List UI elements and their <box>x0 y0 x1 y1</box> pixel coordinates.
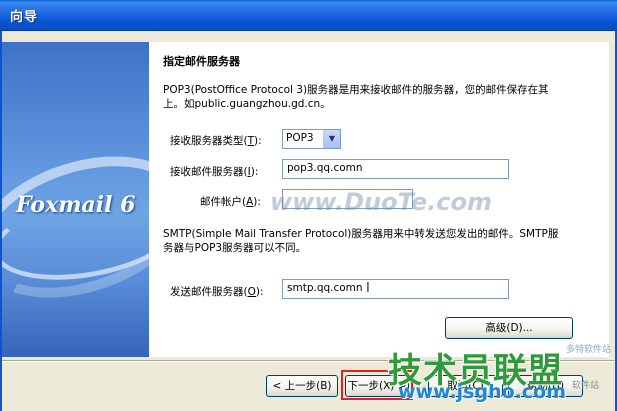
server-type-select[interactable]: POP3 ▼ <box>282 129 341 149</box>
page-heading: 指定邮件服务器 <box>163 55 240 68</box>
account-label: 邮件帐户(A): <box>200 196 261 208</box>
outgoing-server-accel: O <box>247 286 256 298</box>
server-type-accel: T <box>247 135 255 147</box>
corner-watermark-bottom: 软件站 <box>572 381 600 391</box>
smtp-description-line2: 务器与POP3服务器可以不同。 <box>163 242 307 254</box>
server-type-label-text: 接收服务器类型 <box>170 135 244 147</box>
site-watermark-url: www.jsgho.com <box>398 381 566 403</box>
foxmail-logo: Foxmail 6 <box>16 192 136 218</box>
outgoing-server-label-text: 发送邮件服务器 <box>170 286 244 298</box>
back-button[interactable]: < 上一步(B) <box>266 375 338 397</box>
incoming-server-label: 接收邮件服务器(I): <box>170 166 259 178</box>
account-accel: A <box>246 196 254 208</box>
corner-watermark-top: 多特软件站 <box>566 345 612 355</box>
window-title: 向导 <box>10 10 39 25</box>
server-type-label: 接收服务器类型(T): <box>170 135 262 147</box>
title-bar[interactable]: 向导 <box>0 0 617 31</box>
incoming-server-label-text: 接收邮件服务器 <box>170 166 244 178</box>
duote-watermark: www.DuoTe.com <box>270 188 492 216</box>
pop3-description-line2: 上。如public.guangzhou.gd.cn。 <box>163 98 331 110</box>
outgoing-server-input[interactable]: smtp.qq.comn <box>282 279 509 299</box>
outgoing-server-label: 发送邮件服务器(O): <box>170 286 264 298</box>
advanced-button[interactable]: 高级(D)... <box>445 317 573 339</box>
pop3-description-line1: POP3(PostOffice Protocol 3)服务器是用来接收邮件的服务… <box>163 84 549 96</box>
incoming-server-accel: I <box>247 166 251 178</box>
chevron-down-icon[interactable]: ▼ <box>323 130 340 148</box>
server-type-value: POP3 <box>286 132 314 144</box>
smtp-description-line1: SMTP(Simple Mail Transfer Protocol)服务器用来… <box>163 228 559 240</box>
text-cursor-icon: Ⅰ <box>366 281 370 296</box>
foxmail-banner: Foxmail 6 <box>2 42 149 357</box>
account-label-text: 邮件帐户 <box>200 196 242 208</box>
incoming-server-input[interactable]: pop3.qq.comn <box>282 159 509 179</box>
